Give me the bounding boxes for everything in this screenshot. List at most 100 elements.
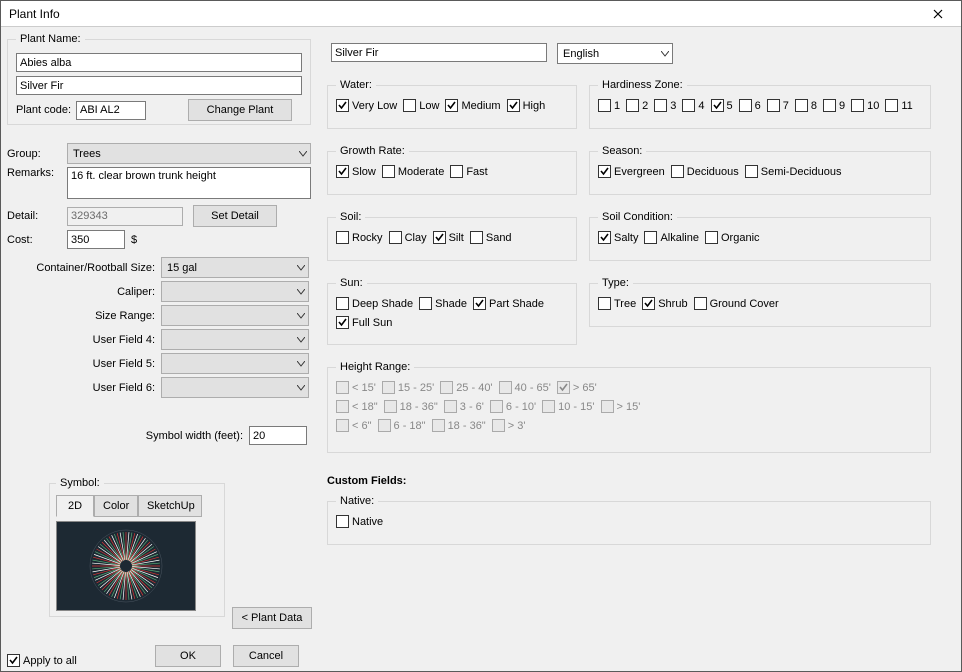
checkbox-label: > 65' xyxy=(573,382,597,394)
symbol-preview[interactable] xyxy=(56,521,196,611)
range-select[interactable] xyxy=(161,305,309,326)
tab-2d[interactable]: 2D xyxy=(56,495,94,517)
checkbox-option[interactable]: Organic xyxy=(705,231,760,244)
plant-code-input[interactable] xyxy=(76,101,146,120)
checkbox-option[interactable]: Silt xyxy=(433,231,464,244)
soil-condition-group: Soil Condition: Salty Alkaline Organic xyxy=(589,211,931,261)
checkbox-option[interactable]: 5 xyxy=(711,99,733,112)
checkbox-option[interactable]: Sand xyxy=(470,231,512,244)
checkbox-option[interactable]: 3 - 6' xyxy=(444,400,484,413)
checkbox-option[interactable]: Fast xyxy=(450,165,487,178)
sun-group: Sun: Deep ShadeShadePart ShadeFull Sun xyxy=(327,277,577,345)
checkbox-icon xyxy=(654,99,667,112)
chevron-down-icon xyxy=(299,151,307,157)
remarks-input[interactable]: 16 ft. clear brown trunk height xyxy=(67,167,311,199)
checkbox-option[interactable]: 1 xyxy=(598,99,620,112)
checkbox-icon xyxy=(598,165,611,178)
checkbox-option[interactable]: 11 xyxy=(885,99,912,112)
checkbox-option[interactable]: Deep Shade xyxy=(336,297,413,310)
checkbox-option[interactable]: Clay xyxy=(389,231,427,244)
checkbox-option[interactable]: Rocky xyxy=(336,231,383,244)
checkbox-option[interactable]: Part Shade xyxy=(473,297,544,310)
checkbox-option[interactable]: Evergreen xyxy=(598,165,665,178)
checkbox-option[interactable]: 40 - 65' xyxy=(499,381,551,394)
display-name-input[interactable] xyxy=(331,43,547,62)
plant-symbol-icon xyxy=(71,526,181,606)
ok-button[interactable]: OK xyxy=(155,645,221,667)
checkbox-icon xyxy=(470,231,483,244)
checkbox-option[interactable]: 10 xyxy=(851,99,879,112)
latin-name-input[interactable] xyxy=(16,53,302,72)
checkbox-option[interactable]: Slow xyxy=(336,165,376,178)
checkbox-option[interactable]: 2 xyxy=(626,99,648,112)
checkbox-option[interactable]: Shrub xyxy=(642,297,687,310)
close-button[interactable] xyxy=(923,4,953,24)
checkbox-option[interactable]: 15 - 25' xyxy=(382,381,434,394)
checkbox-option[interactable]: 6 - 10' xyxy=(490,400,536,413)
checkbox-icon xyxy=(336,99,349,112)
checkbox-option[interactable]: Very Low xyxy=(336,99,397,112)
size-select[interactable]: 15 gal xyxy=(161,257,309,278)
checkbox-option[interactable]: Semi-Deciduous xyxy=(745,165,842,178)
native-checkbox[interactable]: Native xyxy=(336,515,383,528)
checkbox-option[interactable]: < 6" xyxy=(336,419,372,432)
checkbox-label: Part Shade xyxy=(489,298,544,310)
checkbox-icon xyxy=(557,381,570,394)
checkbox-label: Deciduous xyxy=(687,166,739,178)
checkbox-option[interactable]: > 65' xyxy=(557,381,597,394)
checkbox-option[interactable]: > 3' xyxy=(492,419,526,432)
checkbox-label: Sand xyxy=(486,232,512,244)
symbol-width-input[interactable] xyxy=(249,426,307,445)
plant-data-button[interactable]: < Plant Data xyxy=(232,607,312,629)
checkbox-label: 7 xyxy=(783,100,789,112)
common-name-input[interactable] xyxy=(16,76,302,95)
checkbox-option[interactable]: 3 xyxy=(654,99,676,112)
checkbox-option[interactable]: Tree xyxy=(598,297,636,310)
checkbox-option[interactable]: 6 xyxy=(739,99,761,112)
checkbox-icon xyxy=(598,99,611,112)
checkbox-option[interactable]: Medium xyxy=(445,99,500,112)
checkbox-option[interactable]: 6 - 18" xyxy=(378,419,426,432)
checkbox-option[interactable]: 8 xyxy=(795,99,817,112)
chevron-down-icon xyxy=(297,265,305,271)
checkbox-option[interactable]: High xyxy=(507,99,546,112)
checkbox-label: Low xyxy=(419,100,439,112)
change-plant-button[interactable]: Change Plant xyxy=(188,99,292,121)
checkbox-option[interactable]: Ground Cover xyxy=(694,297,779,310)
checkbox-option[interactable]: Salty xyxy=(598,231,638,244)
checkbox-option[interactable]: 18 - 36" xyxy=(432,419,486,432)
checkbox-option[interactable]: 18 - 36" xyxy=(384,400,438,413)
checkbox-option[interactable]: Deciduous xyxy=(671,165,739,178)
caliper-select[interactable] xyxy=(161,281,309,302)
checkbox-icon xyxy=(507,99,520,112)
checkbox-option[interactable]: < 15' xyxy=(336,381,376,394)
language-select[interactable]: English xyxy=(557,43,673,64)
cost-input[interactable] xyxy=(67,230,125,249)
checkbox-option[interactable]: > 15' xyxy=(601,400,641,413)
uf6-select[interactable] xyxy=(161,377,309,398)
checkbox-option[interactable]: Moderate xyxy=(382,165,444,178)
growth-group: Growth Rate: SlowModerateFast xyxy=(327,145,577,195)
uf4-select[interactable] xyxy=(161,329,309,350)
tab-color[interactable]: Color xyxy=(94,495,138,517)
checkbox-option[interactable]: 10 - 15' xyxy=(542,400,594,413)
cancel-button[interactable]: Cancel xyxy=(233,645,299,667)
hardiness-group: Hardiness Zone: 1234567891011 xyxy=(589,79,931,129)
checkbox-option[interactable]: 4 xyxy=(682,99,704,112)
checkbox-option[interactable]: Alkaline xyxy=(644,231,699,244)
uf5-select[interactable] xyxy=(161,353,309,374)
set-detail-button[interactable]: Set Detail xyxy=(193,205,277,227)
checkbox-option[interactable]: 25 - 40' xyxy=(440,381,492,394)
group-select[interactable]: Trees xyxy=(67,143,311,164)
apply-to-all-checkbox[interactable]: Apply to all xyxy=(7,654,77,667)
checkbox-option[interactable]: 7 xyxy=(767,99,789,112)
window-title: Plant Info xyxy=(9,7,60,21)
group-label: Group: xyxy=(7,148,67,160)
checkbox-option[interactable]: Shade xyxy=(419,297,467,310)
tab-sketchup[interactable]: SketchUp xyxy=(138,495,202,517)
checkbox-option[interactable]: Low xyxy=(403,99,439,112)
checkbox-option[interactable]: < 18" xyxy=(336,400,378,413)
checkbox-option[interactable]: Full Sun xyxy=(336,316,392,329)
checkbox-option[interactable]: 9 xyxy=(823,99,845,112)
soil-condition-legend: Soil Condition: xyxy=(598,211,677,223)
